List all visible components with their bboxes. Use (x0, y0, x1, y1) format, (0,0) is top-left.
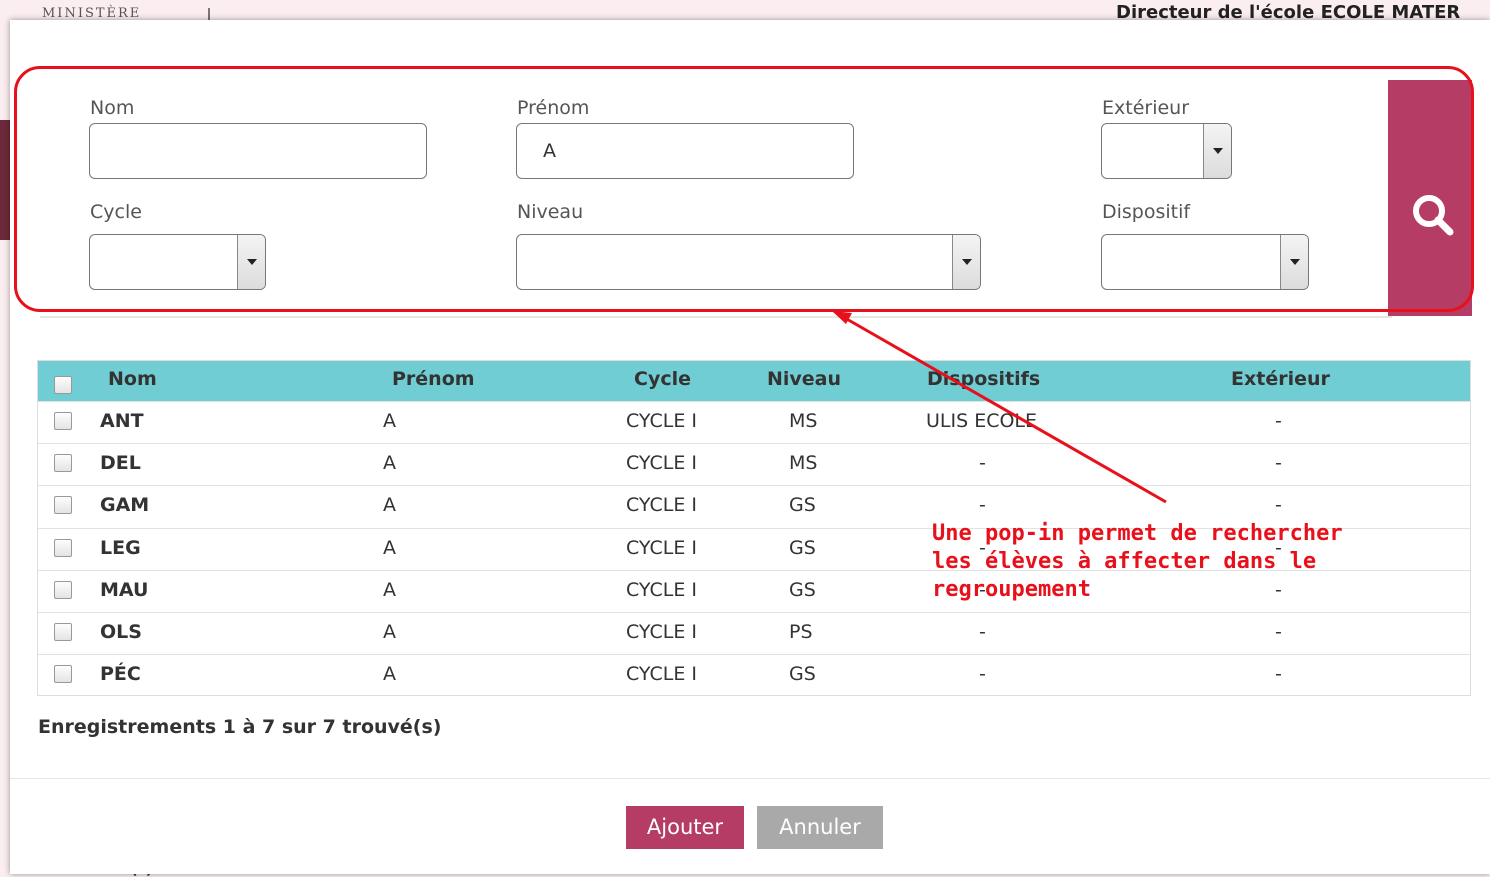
annotation-line-1: Une pop-in permet de rechercher (932, 521, 1343, 546)
annotation-arrow (832, 311, 1167, 504)
annotation-line-3: regroupement (932, 577, 1091, 602)
annotation-text: Une pop-in permet de rechercher les élèv… (932, 520, 1452, 604)
annotation-line-2: les élèves à affecter dans le (932, 549, 1317, 574)
